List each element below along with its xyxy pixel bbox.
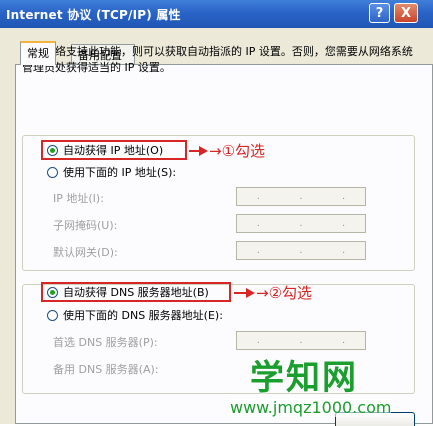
dns-manual-label: 使用下面的 DNS 服务器地址(E):: [63, 309, 223, 322]
subnet-mask-label: 子网掩码(U):: [53, 219, 118, 232]
dns-manual-radio-row[interactable]: 使用下面的 DNS 服务器地址(E):: [47, 306, 223, 324]
preferred-dns-field[interactable]: ...: [236, 331, 366, 350]
default-gateway-label: 默认网关(D):: [53, 246, 118, 259]
subnet-mask-field[interactable]: ...: [236, 214, 366, 233]
alternate-dns-label: 备用 DNS 服务器(A):: [53, 363, 159, 376]
default-gateway-field[interactable]: ...: [236, 241, 366, 260]
ip-auto-label: 自动获得 IP 地址(O): [63, 144, 164, 157]
dns-arrow-head: [246, 288, 255, 298]
description-text: 如果网络支持此功能，则可以获取自动指派的 IP 设置。否则，您需要从网络系统管理…: [22, 45, 413, 74]
ip-auto-radio-row[interactable]: 自动获得 IP 地址(O): [47, 141, 163, 159]
ip-auto-radio[interactable]: [47, 144, 58, 156]
preferred-dns-label: 首选 DNS 服务器(P):: [53, 336, 158, 349]
ip-manual-label: 使用下面的 IP 地址(S):: [63, 166, 177, 179]
close-button[interactable]: X: [394, 3, 418, 23]
ip-address-label: IP 地址(I):: [53, 192, 104, 205]
ip-arrow-head: [199, 146, 208, 156]
tab-general[interactable]: 常规: [20, 41, 56, 65]
watermark-brand: 学知网: [250, 358, 358, 398]
help-button[interactable]: ?: [369, 3, 390, 23]
ip-manual-radio-row[interactable]: 使用下面的 IP 地址(S):: [47, 163, 176, 181]
ip-manual-radio[interactable]: [47, 166, 58, 178]
ip-address-field[interactable]: ...: [236, 187, 366, 206]
ip-annotation: →①勾选: [209, 142, 266, 160]
dns-manual-radio[interactable]: [47, 309, 58, 321]
window-title: Internet 协议 (TCP/IP) 属性: [6, 8, 181, 22]
watermark-url: www.jmqz1000.com: [230, 398, 392, 417]
title-bar[interactable]: Internet 协议 (TCP/IP) 属性 ? X: [0, 0, 433, 29]
help-icon: ?: [375, 6, 384, 21]
dns-annotation: →②勾选: [256, 284, 313, 302]
dns-auto-radio-row[interactable]: 自动获得 DNS 服务器地址(B): [47, 283, 209, 301]
dns-auto-label: 自动获得 DNS 服务器地址(B): [63, 286, 209, 299]
dns-auto-radio[interactable]: [47, 286, 58, 298]
close-icon: X: [400, 6, 412, 21]
